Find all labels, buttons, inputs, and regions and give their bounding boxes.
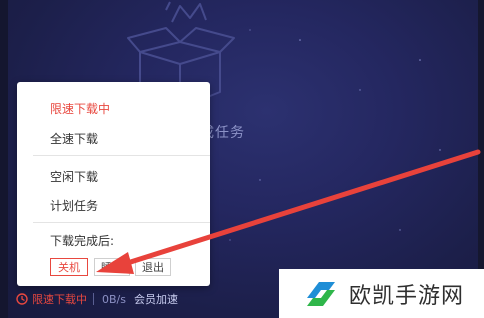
watermark-text: 欧凯手游网 — [349, 283, 465, 309]
site-logo-icon — [307, 281, 335, 306]
watermark: 欧凯手游网 — [279, 269, 484, 318]
